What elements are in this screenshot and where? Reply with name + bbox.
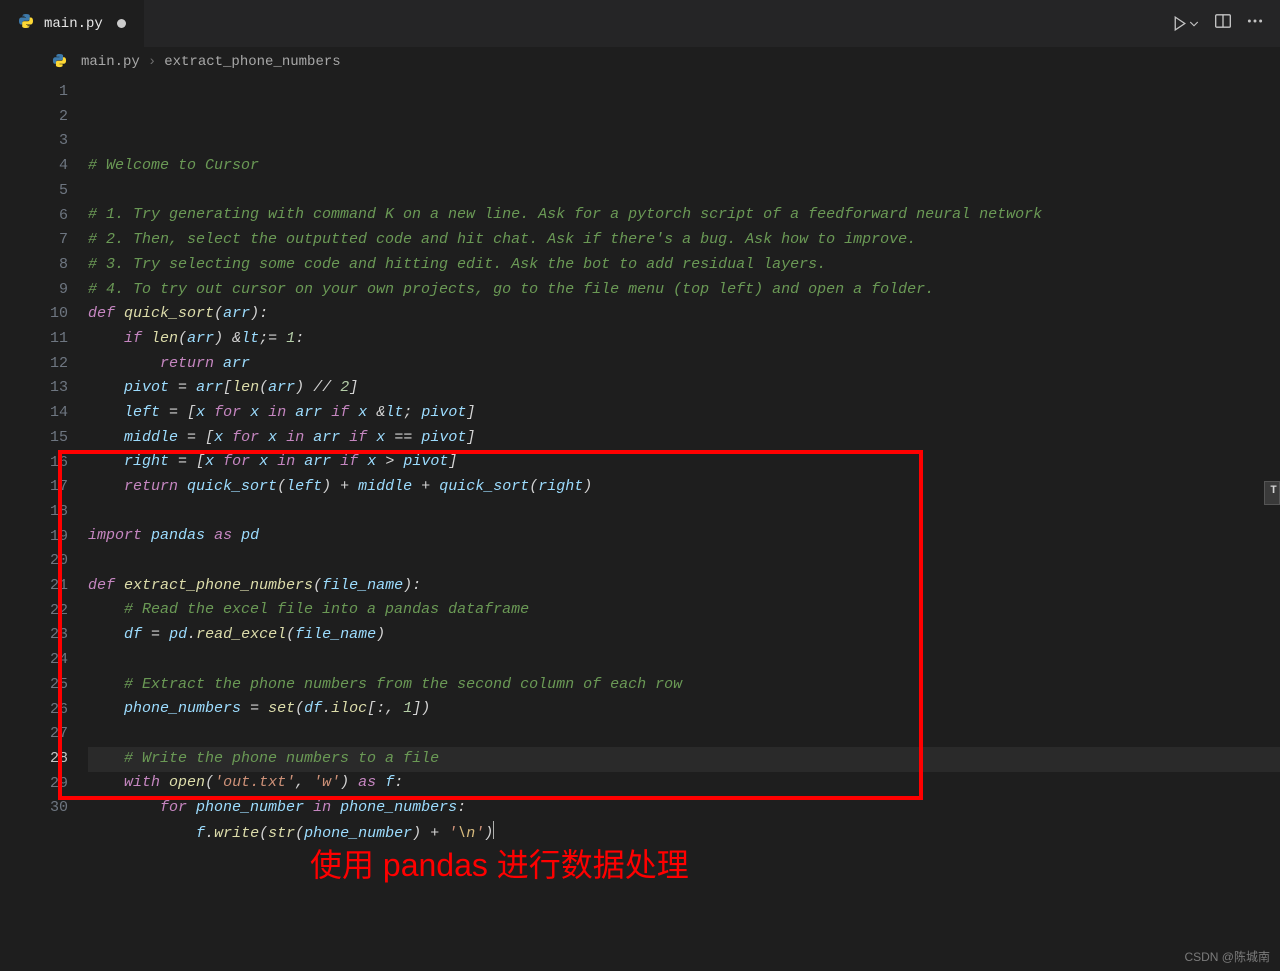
chevron-right-icon: ›: [148, 54, 156, 70]
more-actions-button[interactable]: [1246, 12, 1264, 35]
code-line[interactable]: def extract_phone_numbers(file_name):: [88, 574, 1280, 599]
code-line[interactable]: right = [x for x in arr if x > pivot]: [88, 450, 1280, 475]
tab-filename: main.py: [44, 16, 103, 32]
code-line[interactable]: return arr: [88, 352, 1280, 377]
code-line[interactable]: # 1. Try generating with command K on a …: [88, 203, 1280, 228]
code-line[interactable]: [88, 500, 1280, 525]
split-editor-button[interactable]: [1214, 12, 1232, 35]
annotation-text: 使用 pandas 进行数据处理: [310, 840, 689, 886]
tab-main-py[interactable]: main.py: [0, 0, 144, 47]
code-area[interactable]: # Welcome to Cursor # 1. Try generating w…: [88, 76, 1280, 971]
python-icon: [18, 13, 34, 34]
code-line[interactable]: [88, 549, 1280, 574]
unsaved-dot-icon: [117, 19, 126, 28]
code-line[interactable]: # Write the phone numbers to a file: [88, 747, 1280, 772]
minimap[interactable]: T: [1266, 76, 1280, 971]
code-line[interactable]: left = [x for x in arr if x &lt; pivot]: [88, 401, 1280, 426]
code-line[interactable]: return quick_sort(left) + middle + quick…: [88, 475, 1280, 500]
code-line[interactable]: # 3. Try selecting some code and hitting…: [88, 253, 1280, 278]
code-line[interactable]: df = pd.read_excel(file_name): [88, 623, 1280, 648]
code-line[interactable]: [88, 648, 1280, 673]
code-line[interactable]: pivot = arr[len(arr) // 2]: [88, 376, 1280, 401]
code-line[interactable]: [88, 179, 1280, 204]
watermark: CSDN @陈城南: [1184, 948, 1270, 965]
code-line[interactable]: def quick_sort(arr):: [88, 302, 1280, 327]
breadcrumb-symbol[interactable]: extract_phone_numbers: [164, 54, 340, 70]
code-line[interactable]: with open('out.txt', 'w') as f:: [88, 771, 1280, 796]
python-icon: [52, 53, 73, 71]
line-gutter: 1234567891011121314151617181920212223242…: [0, 76, 88, 971]
run-button[interactable]: [1171, 15, 1200, 32]
tab-bar: main.py: [0, 0, 1280, 48]
code-line[interactable]: # Extract the phone numbers from the sec…: [88, 673, 1280, 698]
code-line[interactable]: # Read the excel file into a pandas data…: [88, 598, 1280, 623]
breadcrumb[interactable]: main.py › extract_phone_numbers: [0, 48, 1280, 76]
breadcrumb-file[interactable]: main.py: [81, 54, 140, 70]
code-line[interactable]: # 2. Then, select the outputted code and…: [88, 228, 1280, 253]
code-line[interactable]: if len(arr) &lt;= 1:: [88, 327, 1280, 352]
code-line[interactable]: # 4. To try out cursor on your own proje…: [88, 278, 1280, 303]
code-line[interactable]: middle = [x for x in arr if x == pivot]: [88, 426, 1280, 451]
code-line[interactable]: [88, 722, 1280, 747]
tab-actions: [1155, 0, 1280, 47]
code-line[interactable]: # Welcome to Cursor: [88, 154, 1280, 179]
code-line[interactable]: import pandas as pd: [88, 524, 1280, 549]
code-line[interactable]: phone_numbers = set(df.iloc[:, 1]): [88, 697, 1280, 722]
code-editor[interactable]: 1234567891011121314151617181920212223242…: [0, 76, 1280, 971]
code-line[interactable]: for phone_number in phone_numbers:: [88, 796, 1280, 821]
